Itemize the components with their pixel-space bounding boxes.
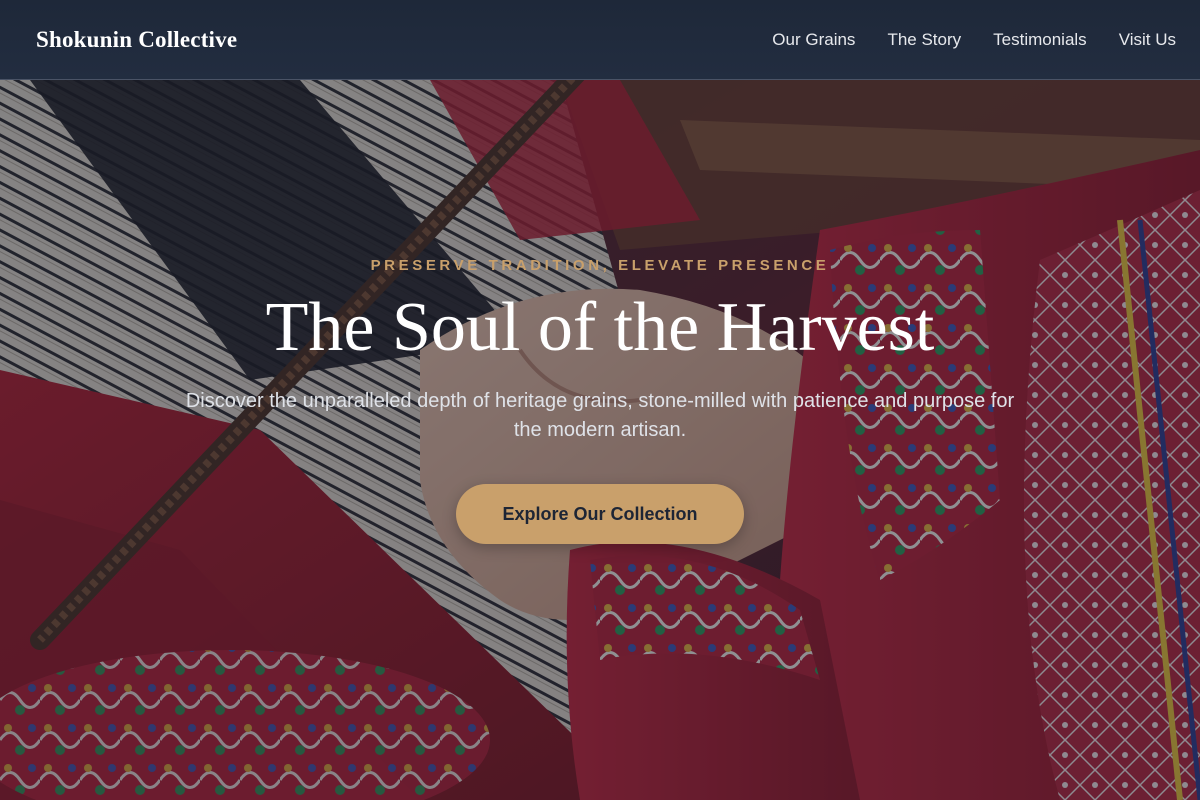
nav-link-visit-us[interactable]: Visit Us: [1119, 30, 1176, 50]
nav-link-the-story[interactable]: The Story: [887, 30, 961, 50]
hero-title: The Soul of the Harvest: [265, 289, 935, 366]
nav-link-testimonials[interactable]: Testimonials: [993, 30, 1087, 50]
nav-link-our-grains[interactable]: Our Grains: [772, 30, 855, 50]
hero-eyebrow: PRESERVE TRADITION, ELEVATE PRESENCE: [370, 257, 830, 274]
brand-logo[interactable]: Shokunin Collective: [36, 27, 237, 53]
landing-page: Shokunin Collective Our Grains The Story…: [0, 0, 1200, 800]
hero-content: PRESERVE TRADITION, ELEVATE PRESENCE The…: [0, 80, 1200, 800]
explore-collection-button[interactable]: Explore Our Collection: [456, 484, 744, 544]
hero-section: PRESERVE TRADITION, ELEVATE PRESENCE The…: [0, 80, 1200, 800]
site-header: Shokunin Collective Our Grains The Story…: [0, 0, 1200, 80]
hero-subtitle: Discover the unparalleled depth of herit…: [185, 390, 1015, 441]
main-nav: Our Grains The Story Testimonials Visit …: [772, 30, 1176, 50]
